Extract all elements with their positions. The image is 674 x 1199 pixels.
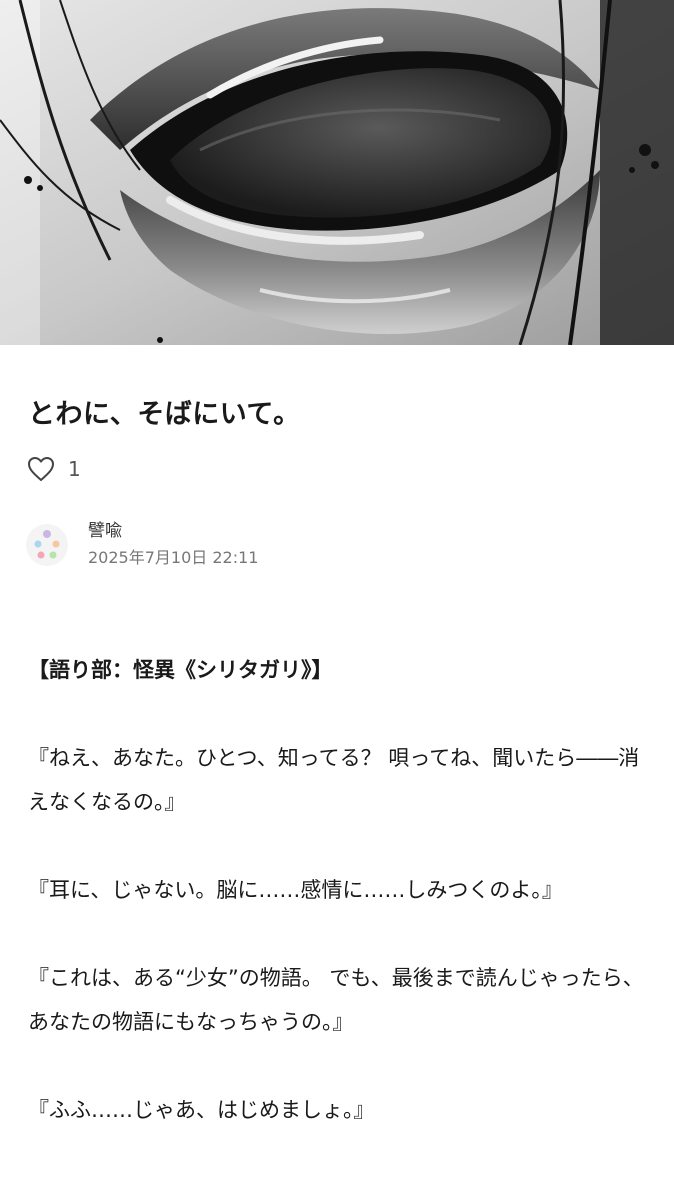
author-name[interactable]: 譬喩 (88, 520, 258, 542)
author-block: 譬喩 2025年7月10日 22:11 (26, 520, 258, 568)
heart-outline-icon (28, 457, 54, 481)
body-paragraph: 『耳に、じゃない。脳に……感情に……しみつくのよ。』 (28, 878, 563, 902)
header-image (0, 0, 674, 345)
narrator-heading: 【語り部：怪異《シリタガリ》】 (28, 658, 333, 682)
body-paragraph: 『これは、ある“少女”の物語。 でも、最後まで読んじゃったら、あなたの物語にもな… (28, 966, 644, 1034)
like-row: 1 (26, 452, 81, 486)
article-body: 【語り部：怪異《シリタガリ》】 『ねえ、あなた。ひとつ、知ってる？ 唄ってね、聞… (28, 648, 650, 1176)
article-title: とわに、そばにいて。 (28, 399, 301, 430)
post-date: 2025年7月10日 22:11 (88, 548, 259, 567)
body-paragraph: 『ふふ……じゃあ、はじめましょ。』 (28, 1098, 375, 1122)
lips-illustration (0, 0, 674, 345)
avatar-icon (34, 530, 60, 559)
body-paragraph: 『ねえ、あなた。ひとつ、知ってる？ 唄ってね、聞いたら――消えなくなるの。』 (28, 746, 640, 814)
like-button[interactable] (26, 454, 56, 484)
like-count: 1 (68, 457, 81, 481)
avatar[interactable] (26, 524, 68, 566)
